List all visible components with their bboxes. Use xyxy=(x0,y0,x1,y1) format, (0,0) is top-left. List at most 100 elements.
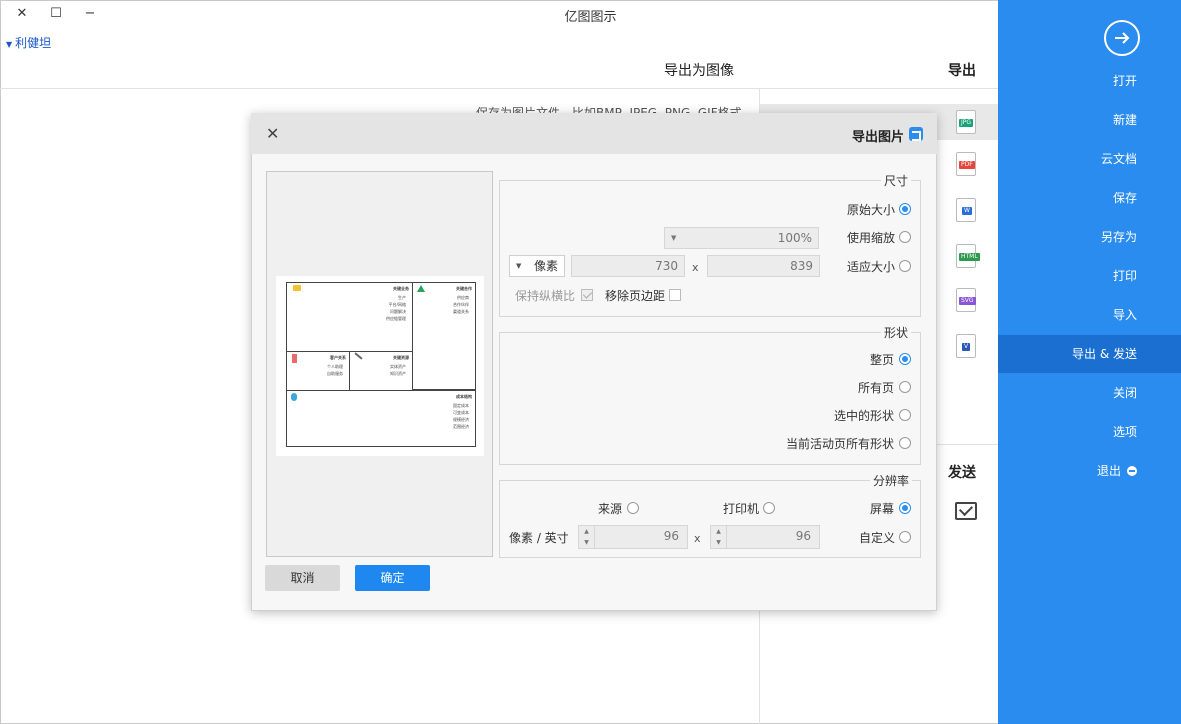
sidebar-item-open[interactable]: 打开 xyxy=(998,62,1181,100)
preview-box: 成本结构 固定成本 可变成本 规模经济 范围经济 xyxy=(286,390,476,447)
sidebar-item-options[interactable]: 选项 xyxy=(998,413,1181,451)
preview-box: 客户关系 个人助理 自助服务 xyxy=(286,351,350,391)
active-page-shapes-radio[interactable] xyxy=(899,437,911,449)
source-radio[interactable] xyxy=(627,502,639,514)
sidebar-item-label: 退出 xyxy=(1096,464,1121,478)
fit-size-label: 适应大小 xyxy=(847,260,896,274)
chevron-down-icon: ▼ xyxy=(516,262,522,270)
minimize-window-button[interactable]: − xyxy=(80,4,100,24)
source-label: 来源 xyxy=(598,502,623,516)
unit-value: 像素 xyxy=(533,259,558,273)
tool-icon xyxy=(354,352,363,360)
all-pages-label: 所有页 xyxy=(858,381,895,395)
zoom-select[interactable]: ▼ 100% xyxy=(664,227,819,249)
app-logo-icon xyxy=(909,127,923,141)
sidebar-item-close[interactable]: 关闭 xyxy=(998,374,1181,412)
export-visio-icon[interactable]: V xyxy=(956,334,976,358)
export-html-icon[interactable]: HTML xyxy=(956,244,980,268)
export-pdf-icon[interactable]: PDF xyxy=(956,152,976,176)
active-page-shapes-label: 当前活动页所有形状 xyxy=(786,437,895,451)
shape-group-legend: 形状 xyxy=(881,324,912,341)
preview-box: 关键合作 供应商 合作伙伴 渠道关系 xyxy=(412,282,476,390)
export-word-icon[interactable]: W xyxy=(956,198,976,222)
arrow-up-icon xyxy=(292,354,297,363)
sidebar-item-label: 保存 xyxy=(1112,191,1137,205)
diamond-icon xyxy=(293,285,301,291)
export-jpg-icon[interactable]: JPG xyxy=(956,110,976,134)
cancel-button[interactable]: 取消 xyxy=(265,565,340,591)
export-image-title: 导出为图像 xyxy=(664,63,734,79)
remove-margin-checkbox[interactable] xyxy=(669,289,681,301)
sidebar-item-label: 选项 xyxy=(1112,425,1137,439)
printer-label: 打印机 xyxy=(723,502,760,516)
custom-radio[interactable] xyxy=(899,531,911,543)
whole-page-radio[interactable] xyxy=(899,353,911,365)
dpi-unit-label: 像素 / 英寸 xyxy=(509,531,569,545)
screen-radio[interactable] xyxy=(899,502,911,514)
preview-box: 关键业务 生产 平台/网络 问题解决 供应链管理 xyxy=(286,282,413,352)
close-icon: ✕ xyxy=(266,124,280,143)
size-group-legend: 尺寸 xyxy=(881,172,912,189)
sidebar-item-label: 关闭 xyxy=(1112,386,1137,400)
sidebar-item-label: 导出 & 发送 xyxy=(1072,347,1137,361)
all-pages-radio[interactable] xyxy=(899,381,911,393)
sidebar-item-save[interactable]: 保存 xyxy=(998,179,1181,217)
width-field[interactable]: 839 xyxy=(707,255,820,277)
remove-margin-label: 移除页边距 xyxy=(605,289,666,303)
send-heading: 发送 xyxy=(948,465,976,481)
chevron-down-icon: ▼ xyxy=(671,234,677,242)
custom-label: 自定义 xyxy=(859,531,896,545)
sidebar-item-exit[interactable]: 退出 xyxy=(998,452,1181,490)
printer-radio[interactable] xyxy=(763,502,775,514)
times-symbol: x xyxy=(692,261,699,274)
sidebar-item-export-send[interactable]: 导出 & 发送 xyxy=(998,335,1181,373)
export-svg-icon[interactable]: SVG xyxy=(956,288,976,312)
fit-size-radio[interactable] xyxy=(899,260,911,272)
dpi-y-stepper[interactable]: ▲ ▼ 96 xyxy=(578,525,688,549)
minimize-icon: − xyxy=(84,6,96,21)
unit-select[interactable]: ▼ 像素 xyxy=(509,255,565,277)
original-size-radio[interactable] xyxy=(899,203,911,215)
tag-icon xyxy=(291,393,297,401)
sidebar-item-label: 另存为 xyxy=(1100,230,1137,244)
sidebar-item-save-as[interactable]: 另存为 xyxy=(998,218,1181,256)
original-size-label: 原始大小 xyxy=(847,203,896,217)
screen-label: 屏幕 xyxy=(870,502,895,516)
user-name: 利健坦 xyxy=(15,36,52,50)
selected-shapes-label: 选中的形状 xyxy=(834,409,895,423)
resolution-group-legend: 分辨率 xyxy=(870,472,913,489)
keep-ratio-label: 保持纵横比 xyxy=(515,289,576,303)
arrow-right-circle-icon xyxy=(1115,32,1130,44)
sidebar-item-label: 云文档 xyxy=(1100,152,1137,166)
preview-box: 关键资源 实体资产 知识资产 xyxy=(349,351,413,391)
dialog-close-button[interactable]: ✕ xyxy=(266,124,279,143)
sidebar-item-label: 新建 xyxy=(1112,113,1137,127)
exit-icon xyxy=(1127,466,1137,476)
sidebar-item-label: 打开 xyxy=(1112,74,1137,88)
back-button[interactable] xyxy=(1104,20,1140,56)
stepper-arrows-icon[interactable]: ▲ ▼ xyxy=(579,526,595,548)
sidebar-item-print[interactable]: 打印 xyxy=(998,257,1181,295)
email-icon[interactable] xyxy=(955,502,977,520)
whole-page-label: 整页 xyxy=(870,353,895,367)
keep-ratio-checkbox[interactable] xyxy=(581,289,593,301)
sidebar-item-cloud[interactable]: 云文档 xyxy=(998,140,1181,178)
stepper-arrows-icon[interactable]: ▲ ▼ xyxy=(711,526,727,548)
dialog-header xyxy=(251,113,937,154)
sidebar-item-label: 打印 xyxy=(1112,269,1137,283)
ok-button[interactable]: 确定 xyxy=(355,565,430,591)
divider xyxy=(0,88,998,89)
height-field[interactable]: 730 xyxy=(571,255,685,277)
selected-shapes-radio[interactable] xyxy=(899,409,911,421)
dialog-title: 导出图片 xyxy=(852,130,905,145)
user-menu[interactable]: ▼ 利健坦 xyxy=(6,34,51,51)
close-window-button[interactable]: ✕ xyxy=(12,4,32,24)
sidebar-item-new[interactable]: 新建 xyxy=(998,101,1181,139)
export-heading: 导出 xyxy=(948,63,976,79)
zoom-label: 使用缩放 xyxy=(847,231,896,245)
maximize-window-button[interactable]: ☐ xyxy=(46,4,66,24)
times-symbol: x xyxy=(694,532,701,545)
dpi-x-stepper[interactable]: ▲ ▼ 96 xyxy=(710,525,820,549)
sidebar-item-import[interactable]: 导入 xyxy=(998,296,1181,334)
zoom-radio[interactable] xyxy=(899,231,911,243)
